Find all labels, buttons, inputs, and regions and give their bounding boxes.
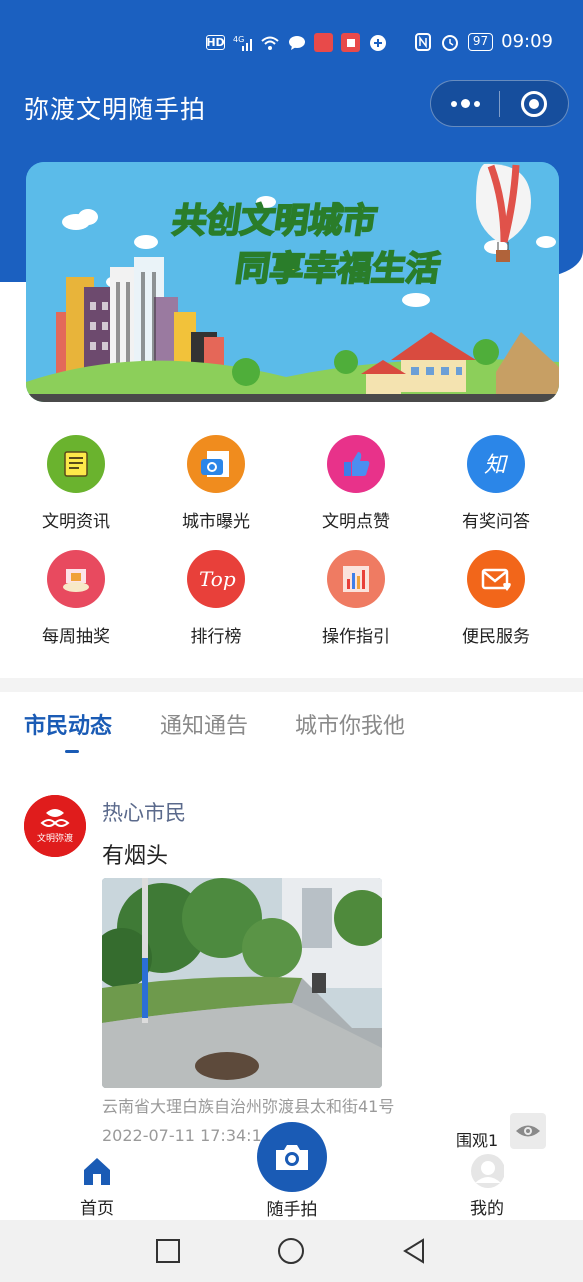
news-icon [47,435,105,493]
app-notification-icon [314,33,333,52]
menu-label: 操作指引 [322,627,390,647]
menu-item-news[interactable]: 文明资讯 [6,425,146,535]
menu-label: 每周抽奖 [42,627,110,647]
signal-label: 4G [233,35,244,44]
capture-button[interactable] [257,1122,327,1192]
thumbs-up-icon [327,435,385,493]
svg-text:Top: Top [199,567,236,591]
banner-illustration: 共创文明城市 同享幸福生活 [26,162,559,402]
menu-label: 城市曝光 [182,512,250,532]
home-nav-button[interactable] [277,1237,305,1265]
post-timestamp: 2022-07-11 17:34:1 [102,1126,262,1145]
menu-item-service[interactable]: 便民服务 [426,540,566,650]
tab-citizen-news[interactable]: 市民动态 [24,708,112,740]
view-count: 围观1 [456,1131,499,1150]
svg-text:知: 知 [484,453,509,478]
avatar-text: 文明弥渡 [37,832,73,844]
menu-label: 便民服务 [462,627,530,647]
post-username[interactable]: 热心市民 [102,797,186,827]
active-tab-indicator [65,750,79,753]
tab-mine-label: 我的 [470,1199,504,1219]
tab-home[interactable]: 首页 [57,1154,137,1219]
camera-news-icon [187,435,245,493]
tab-city-people[interactable]: 城市你我他 [295,708,405,740]
menu-item-ranking[interactable]: Top 排行榜 [146,540,286,650]
function-grid: 文明资讯 城市曝光 文明点赞 知 有奖问答 每周抽奖 Top 排行榜 操作指引 [0,425,583,675]
assistant-icon [368,33,387,52]
feed-tabs: 市民动态 通知通告 城市你我他 [0,700,583,760]
home-icon [80,1154,114,1188]
wifi-icon [260,33,279,52]
recent-apps-button[interactable] [154,1237,182,1265]
banner-slogan-2: 同享幸福生活 [233,249,443,289]
nfc-icon [414,32,433,51]
menu-item-lottery[interactable]: 每周抽奖 [6,540,146,650]
banner-slogan-1: 共创文明城市 [170,201,380,241]
system-nav-bar [0,1220,583,1282]
section-divider [0,678,583,692]
menu-label: 有奖问答 [462,512,530,532]
square-icon [156,1239,180,1263]
hd-icon: HD [206,35,225,50]
tab-home-label: 首页 [80,1199,114,1219]
circle-icon [278,1238,304,1264]
alarm-icon [441,32,460,51]
more-dots-icon [450,99,480,108]
zhi-icon: 知 [467,435,525,493]
signal-icon: 4G [233,33,252,52]
mini-program-capsule [430,80,569,127]
bar-chart-icon [327,550,385,608]
top-icon: Top [187,550,245,608]
tab-mine[interactable]: 我的 [447,1154,527,1219]
more-button[interactable] [431,80,499,127]
status-bar: HD 4G 97 09:09 [0,0,583,88]
post-photo[interactable] [102,878,382,1088]
menu-label: 排行榜 [190,627,242,647]
capture-label: 随手拍 [266,1200,318,1220]
avatar[interactable]: 文明弥渡 [24,795,86,857]
clock: 09:09 [501,31,553,52]
menu-item-like[interactable]: 文明点赞 [286,425,426,535]
menu-item-guide[interactable]: 操作指引 [286,540,426,650]
close-target-icon [520,90,547,117]
tab-notices[interactable]: 通知通告 [160,708,248,740]
view-button[interactable] [510,1113,546,1149]
avatar-logo: 文明弥渡 [24,795,86,857]
menu-item-exposure[interactable]: 城市曝光 [146,425,286,535]
post-content: 有烟头 [102,844,169,869]
mail-heart-icon [467,550,525,608]
page-title: 弥渡文明随手拍 [24,95,207,124]
menu-item-quiz[interactable]: 知 有奖问答 [426,425,566,535]
menu-label: 文明点赞 [322,512,390,532]
promo-banner[interactable]: 共创文明城市 同享幸福生活 [26,162,559,402]
book-notification-icon [341,33,360,52]
eye-icon [516,1125,540,1137]
close-program-button[interactable] [500,80,568,127]
back-triangle-icon [403,1238,424,1264]
menu-label: 文明资讯 [42,512,110,532]
street-photo [102,878,382,1088]
camera-icon [276,1145,308,1170]
profile-icon [470,1154,504,1188]
back-button[interactable] [401,1237,429,1265]
post-address: 云南省大理白族自治州弥渡县太和街41号 [102,1097,395,1116]
gift-icon [47,550,105,608]
chat-icon [287,33,306,52]
battery-indicator: 97 [467,32,494,51]
